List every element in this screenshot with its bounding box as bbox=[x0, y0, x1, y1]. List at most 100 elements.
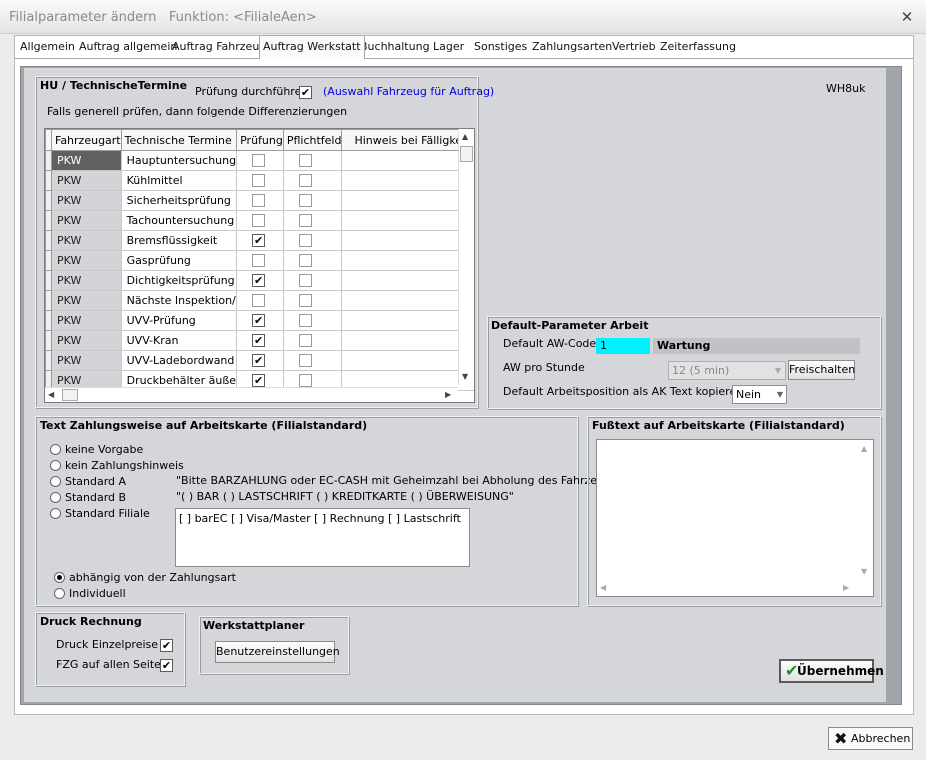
hinweis-cell[interactable] bbox=[341, 170, 474, 191]
tab-zahlungsarten[interactable]: Zahlungsarten bbox=[529, 38, 615, 58]
pruefung-cell[interactable] bbox=[236, 190, 284, 211]
standard-filiale-textarea[interactable]: [ ] barEC [ ] Visa/Master [ ] Rechnung [… bbox=[175, 508, 470, 567]
pflicht-cell[interactable] bbox=[282, 190, 343, 211]
fahrzeugart-cell[interactable]: PKW bbox=[51, 170, 122, 191]
pflicht-checkbox[interactable] bbox=[298, 274, 312, 287]
table-row[interactable]: PKW Hauptuntersuchung bbox=[45, 150, 474, 171]
pflicht-checkbox[interactable] bbox=[298, 154, 312, 167]
scroll-left-icon[interactable]: ◀ bbox=[600, 583, 606, 593]
radio-individuell[interactable] bbox=[54, 588, 65, 599]
pruefung-checkbox[interactable] bbox=[252, 174, 266, 187]
fahrzeugart-cell[interactable]: PKW bbox=[51, 310, 122, 331]
pruefung-checkbox[interactable] bbox=[252, 294, 266, 307]
pflicht-cell[interactable] bbox=[282, 230, 343, 251]
radio-individuell-label[interactable]: Individuell bbox=[69, 587, 126, 600]
hinweis-cell[interactable] bbox=[341, 250, 474, 271]
fusstext-hscrollbar[interactable]: ◀ ▶ bbox=[597, 581, 857, 596]
pflicht-cell[interactable] bbox=[282, 170, 343, 191]
uebernehmen-button[interactable]: ✔ Übernehmen bbox=[779, 659, 884, 683]
pflicht-cell[interactable] bbox=[282, 150, 343, 171]
radio-keine-vorgabe[interactable] bbox=[50, 444, 61, 455]
fahrzeugart-cell[interactable]: PKW bbox=[51, 190, 122, 211]
scroll-right-icon[interactable]: ▶ bbox=[445, 390, 451, 400]
hinweis-cell[interactable] bbox=[341, 290, 474, 311]
fahrzeugart-cell[interactable]: PKW bbox=[51, 350, 122, 371]
aw-code-input[interactable]: 1 bbox=[596, 338, 650, 354]
hinweis-cell[interactable] bbox=[341, 190, 474, 211]
scroll-up-icon[interactable]: ▲ bbox=[462, 132, 468, 142]
tab-lager[interactable]: Lager bbox=[430, 38, 467, 58]
pruefung-cell[interactable]: ✔ bbox=[236, 350, 284, 371]
radio-abhaengig-label[interactable]: abhängig von der Zahlungsart bbox=[69, 571, 236, 584]
col-hinweis[interactable]: Hinweis bei Fälligkeit in bbox=[341, 129, 474, 151]
col-pruefung[interactable]: Prüfung bbox=[236, 129, 284, 151]
close-icon[interactable]: ✕ bbox=[897, 8, 917, 26]
pruefung-checkbox[interactable]: ✔ bbox=[252, 274, 266, 287]
table-row[interactable]: PKW UVV-Ladebordwand ✔ bbox=[45, 350, 474, 371]
scroll-left-icon[interactable]: ◀ bbox=[48, 390, 54, 400]
tab-zeiterfassung[interactable]: Zeiterfassung bbox=[657, 38, 739, 58]
table-row[interactable]: PKW UVV-Prüfung ✔ bbox=[45, 310, 474, 331]
grid-vertical-scrollbar[interactable]: ▲ ▼ bbox=[458, 129, 474, 385]
pruefung-cell[interactable] bbox=[236, 170, 284, 191]
benutzereinstellungen-button[interactable]: Benutzereinstellungen bbox=[215, 641, 340, 663]
hinweis-cell[interactable] bbox=[341, 350, 474, 371]
pruefung-cell[interactable] bbox=[236, 290, 284, 311]
pflicht-cell[interactable] bbox=[282, 210, 343, 231]
pflicht-cell[interactable] bbox=[282, 310, 343, 331]
pflicht-checkbox[interactable] bbox=[298, 354, 312, 367]
termin-cell[interactable]: Bremsflüssigkeit bbox=[120, 230, 238, 251]
fahrzeugart-cell[interactable]: PKW bbox=[51, 210, 122, 231]
fusstext-textarea[interactable] bbox=[596, 439, 874, 597]
pflicht-checkbox[interactable] bbox=[298, 194, 312, 207]
radio-kein-zahlungshinweis[interactable] bbox=[50, 460, 61, 471]
termin-cell[interactable]: UVV-Ladebordwand bbox=[120, 350, 238, 371]
pruefung-cell[interactable]: ✔ bbox=[236, 310, 284, 331]
pruefung-checkbox[interactable]: ✔ bbox=[252, 354, 266, 367]
fzg-checkbox[interactable]: ✔ bbox=[160, 659, 173, 672]
radio-standard-a-label[interactable]: Standard A bbox=[65, 475, 126, 488]
termin-cell[interactable]: Nächste Inspektion/ bbox=[120, 290, 238, 311]
pflicht-checkbox[interactable] bbox=[298, 214, 312, 227]
pruefung-checkbox[interactable]: ✔ bbox=[299, 86, 312, 99]
pflicht-cell[interactable] bbox=[282, 290, 343, 311]
table-row[interactable]: PKW Kühlmittel bbox=[45, 170, 474, 191]
pruefung-checkbox[interactable]: ✔ bbox=[252, 334, 266, 347]
pflicht-checkbox[interactable] bbox=[298, 374, 312, 387]
termin-cell[interactable]: UVV-Prüfung bbox=[120, 310, 238, 331]
grid-horizontal-scrollbar[interactable]: ◀ ▶ bbox=[45, 387, 458, 402]
termin-cell[interactable]: Sicherheitsprüfung bbox=[120, 190, 238, 211]
pruefung-cell[interactable] bbox=[236, 150, 284, 171]
hinweis-cell[interactable] bbox=[341, 230, 474, 251]
pruefung-cell[interactable] bbox=[236, 250, 284, 271]
scroll-thumb[interactable] bbox=[460, 146, 473, 162]
tab-auftrag-werkstatt[interactable]: Auftrag Werkstatt bbox=[259, 35, 365, 59]
table-row[interactable]: PKW UVV-Kran ✔ bbox=[45, 330, 474, 351]
table-row[interactable]: PKW Bremsflüssigkeit ✔ bbox=[45, 230, 474, 251]
pflicht-checkbox[interactable] bbox=[298, 314, 312, 327]
hscroll-thumb[interactable] bbox=[62, 389, 78, 401]
scroll-right-icon[interactable]: ▶ bbox=[843, 583, 849, 593]
radio-kein-zahlungshinweis-label[interactable]: kein Zahlungshinweis bbox=[65, 459, 184, 472]
pflicht-cell[interactable] bbox=[282, 250, 343, 271]
fahrzeugart-cell[interactable]: PKW bbox=[51, 290, 122, 311]
pruefung-checkbox[interactable]: ✔ bbox=[252, 314, 266, 327]
pflicht-checkbox[interactable] bbox=[298, 294, 312, 307]
termin-cell[interactable]: Kühlmittel bbox=[120, 170, 238, 191]
termin-cell[interactable]: Hauptuntersuchung bbox=[120, 150, 238, 171]
table-row[interactable]: PKW Gasprüfung bbox=[45, 250, 474, 271]
col-fahrzeugart[interactable]: Fahrzeugart bbox=[51, 129, 122, 151]
table-row[interactable]: PKW Dichtigkeitsprüfung ✔ bbox=[45, 270, 474, 291]
pruefung-checkbox[interactable] bbox=[252, 214, 266, 227]
pruefung-checkbox[interactable]: ✔ bbox=[252, 234, 266, 247]
fahrzeugart-cell[interactable]: PKW bbox=[51, 270, 122, 291]
pruefung-cell[interactable]: ✔ bbox=[236, 330, 284, 351]
scroll-down-icon[interactable]: ▼ bbox=[861, 567, 867, 577]
table-row[interactable]: PKW Nächste Inspektion/ bbox=[45, 290, 474, 311]
radio-standard-filiale-label[interactable]: Standard Filiale bbox=[65, 507, 150, 520]
einzelpreise-checkbox[interactable]: ✔ bbox=[160, 639, 173, 652]
hinweis-cell[interactable] bbox=[341, 210, 474, 231]
radio-standard-b[interactable] bbox=[50, 492, 61, 503]
fahrzeugart-cell[interactable]: PKW bbox=[51, 330, 122, 351]
termin-cell[interactable]: Dichtigkeitsprüfung bbox=[120, 270, 238, 291]
